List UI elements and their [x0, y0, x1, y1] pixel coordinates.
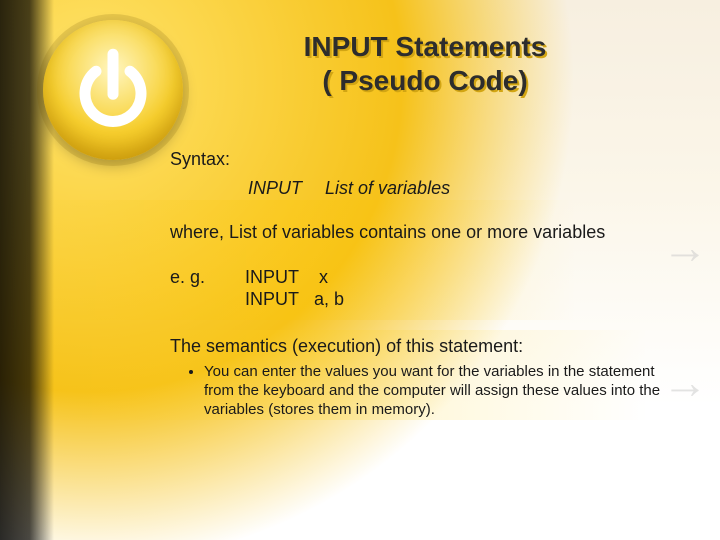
syntax-keyword: INPUT — [248, 177, 302, 200]
semantics-heading: The semantics (execution) of this statem… — [170, 335, 680, 358]
content-block: Syntax: INPUT List of variables where, L… — [170, 148, 680, 419]
power-icon — [43, 20, 183, 160]
semantics-bullet: You can enter the values you want for th… — [204, 363, 680, 419]
power-glyph — [74, 44, 152, 132]
title-line-1: INPUT Statements — [190, 30, 660, 64]
syntax-args: List of variables — [325, 178, 450, 198]
example-row: INPUT x — [245, 266, 344, 289]
syntax-line: INPUT List of variables — [170, 177, 680, 200]
example-block: e. g. INPUT x INPUT a, b — [170, 266, 680, 311]
example-label: e. g. — [170, 266, 240, 289]
syntax-label: Syntax: — [170, 148, 680, 171]
example-row: INPUT a, b — [245, 288, 344, 311]
title-line-2: ( Pseudo Code) — [190, 64, 660, 98]
title-block: INPUT Statements ( Pseudo Code) — [190, 30, 660, 97]
example-lines: INPUT x INPUT a, b — [245, 266, 344, 311]
slide: INPUT Statements ( Pseudo Code) → → Synt… — [0, 0, 720, 540]
where-clause: where, List of variables contains one or… — [170, 221, 680, 244]
semantics-list: You can enter the values you want for th… — [170, 363, 680, 419]
